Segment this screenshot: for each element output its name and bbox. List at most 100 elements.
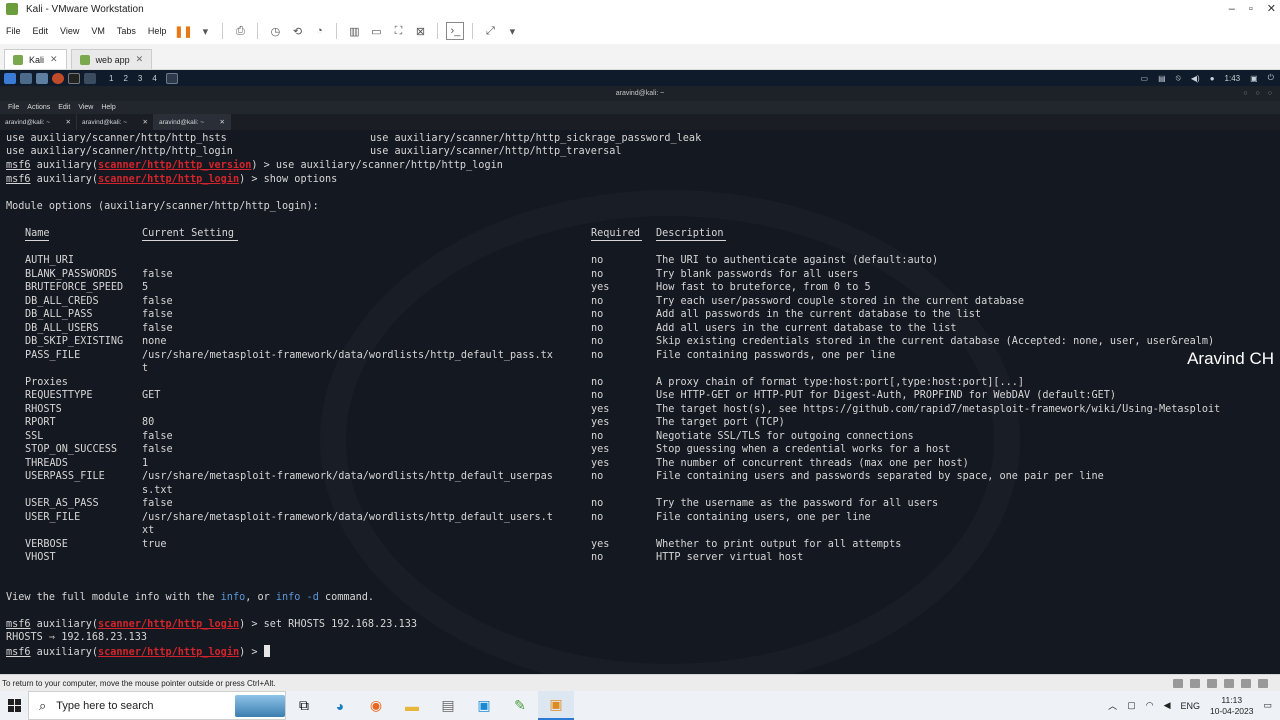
close-tab-icon[interactable]: ✕ [50,54,58,65]
pause-icon[interactable]: ❚❚ [174,22,192,40]
tab-web-app[interactable]: web app ✕ [70,49,153,69]
option-required: no [591,430,604,442]
windows-logo-icon [7,699,21,712]
menu-tabs[interactable]: Tabs [111,26,142,36]
option-name: DB_SKIP_EXISTING [25,336,124,347]
show-desktop-icon[interactable] [20,72,32,84]
power-icon[interactable]: ● [1210,74,1215,83]
tab-kali[interactable]: Kali ✕ [4,49,67,69]
menu-view[interactable]: View [54,26,85,36]
network-icon[interactable]: ▢ [1127,700,1136,711]
terminal-tab-2[interactable]: aravind@kali: ~ ✕ [77,114,154,130]
remote-desktop-icon[interactable]: ▣ [466,691,502,720]
terminal-menu-view[interactable]: View [74,104,97,111]
lock-icon[interactable]: ▣ [1250,74,1258,83]
kali-top-panel: 1 2 3 4 ▭ ▤ ⦸ ◀) ● 1:43 ▣ ⏻ [0,70,1280,86]
option-description: The target port (TCP) [656,417,785,428]
logout-icon[interactable]: ⏻ [1268,73,1274,83]
task-view-icon[interactable]: ⧉ [286,691,322,720]
prompt-line[interactable]: msf6 auxiliary(scanner/http/http_login) … [6,645,270,659]
stretch-icon[interactable]: ⤢ [481,22,499,40]
close-button[interactable]: ✕ [1267,0,1276,18]
terminal-menu-file[interactable]: File [0,104,23,111]
terminal-close-icon[interactable]: ○ [1268,90,1272,97]
input-language[interactable]: ENG [1180,701,1200,711]
sound-icon[interactable] [1241,678,1251,688]
notifications-icon[interactable]: ▭ [1263,700,1272,711]
taskbar-search[interactable]: ⌕ Type here to search [28,691,286,720]
file-manager-icon[interactable] [36,72,48,84]
terminal-maximize-icon[interactable]: ○ [1256,90,1260,97]
dropdown-icon[interactable] [84,72,96,84]
terminal-title: aravind@kali: ~ [615,90,665,97]
console-view-icon[interactable]: ›_ [446,22,465,40]
start-button[interactable] [0,691,28,720]
volume-icon[interactable]: ◀ [1164,700,1171,711]
terminal-menu-help[interactable]: Help [97,104,119,111]
menu-edit[interactable]: Edit [27,26,55,36]
display-icon[interactable]: ▭ [1141,74,1149,83]
menu-vm[interactable]: VM [85,26,111,36]
cdrom-icon[interactable] [1190,678,1200,688]
terminal-output[interactable]: use auxiliary/scanner/http/http_hsts use… [0,130,1280,674]
toolbar-divider [222,23,224,39]
close-tab-icon[interactable]: ✕ [220,118,225,126]
options-heading: Module options (auxiliary/scanner/http/h… [6,201,319,212]
snapshot-icon[interactable]: ◷ [266,22,284,40]
file-explorer-icon[interactable]: ▬ [394,691,430,720]
terminal-tab-1[interactable]: aravind@kali: ~ ✕ [0,114,77,130]
stretch-dropdown-icon[interactable]: ▾ [503,22,521,40]
system-tray: ︿ ▢ ◠ ◀ ENG 11:13 10-04-2023 ▭ [1108,695,1272,717]
network-icon[interactable]: ▤ [1158,74,1166,83]
app-icon[interactable]: ▤ [430,691,466,720]
library-icon[interactable]: ▥ [345,22,363,40]
display-icon[interactable] [1258,678,1268,688]
volume-icon[interactable]: ◀) [1191,74,1200,83]
close-tab-icon[interactable]: ✕ [66,118,71,126]
kali-menu-icon[interactable] [4,72,16,84]
terminal-menu-edit[interactable]: Edit [54,104,74,111]
taskbar-terminal-icon[interactable] [165,72,178,84]
option-setting: false [142,268,173,280]
workspace-3[interactable]: 3 [133,74,147,83]
terminal-menu-actions[interactable]: Actions [23,104,54,111]
workspace-4[interactable]: 4 [147,74,161,83]
edge-icon[interactable]: ◕ [322,691,358,720]
chevron-up-icon[interactable]: ︿ [1108,699,1117,712]
maximize-button[interactable]: ▫ [1249,0,1253,18]
option-required: no [591,471,604,482]
unity-icon[interactable]: ⊠ [411,22,429,40]
firefox-icon[interactable] [52,72,64,84]
workspace-2[interactable]: 2 [118,74,132,83]
revert-snapshot-icon[interactable]: ⟲ [288,22,306,40]
vmware-menubar: File Edit View VM Tabs Help ❚❚ ▾ ⎙ ◷ ⟲ ◔… [0,18,1280,44]
taskbar-clock[interactable]: 11:13 10-04-2023 [1210,695,1253,717]
option-description: The target host(s), see https://github.c… [656,403,1221,415]
output-line: use auxiliary/scanner/http/http_sickrage… [370,132,701,145]
menu-file[interactable]: File [0,26,27,36]
close-tab-icon[interactable]: ✕ [143,118,148,126]
snapshot-manager-icon[interactable]: ◔ [310,22,328,40]
notifications-icon[interactable]: ⦸ [1176,73,1181,83]
send-keys-icon[interactable]: ⎙ [231,22,249,40]
fullscreen-icon[interactable]: ⛶ [389,22,407,40]
option-name: Proxies [25,376,68,388]
terminal-minimize-icon[interactable]: ○ [1243,90,1247,97]
notepad-icon[interactable]: ✎ [502,691,538,720]
terminal-tab-3[interactable]: aravind@kali: ~ ✕ [154,114,231,130]
thumbnail-icon[interactable]: ▭ [367,22,385,40]
menu-help[interactable]: Help [142,26,173,36]
hdd-icon[interactable] [1173,678,1183,688]
option-setting: false [142,430,173,442]
vmware-statusbar: To return to your computer, move the mou… [0,674,1280,691]
wifi-icon[interactable]: ◠ [1146,700,1154,711]
firefox-icon[interactable]: ◉ [358,691,394,720]
usb-icon[interactable] [1224,678,1234,688]
workspace-1[interactable]: 1 [104,74,118,83]
network-adapter-icon[interactable] [1207,678,1217,688]
close-tab-icon[interactable]: ✕ [136,54,144,65]
dropdown-icon[interactable]: ▾ [196,22,214,40]
terminal-icon[interactable] [68,72,80,84]
vmware-taskbar-icon[interactable]: ▣ [538,691,574,720]
minimize-button[interactable]: – [1229,0,1235,18]
